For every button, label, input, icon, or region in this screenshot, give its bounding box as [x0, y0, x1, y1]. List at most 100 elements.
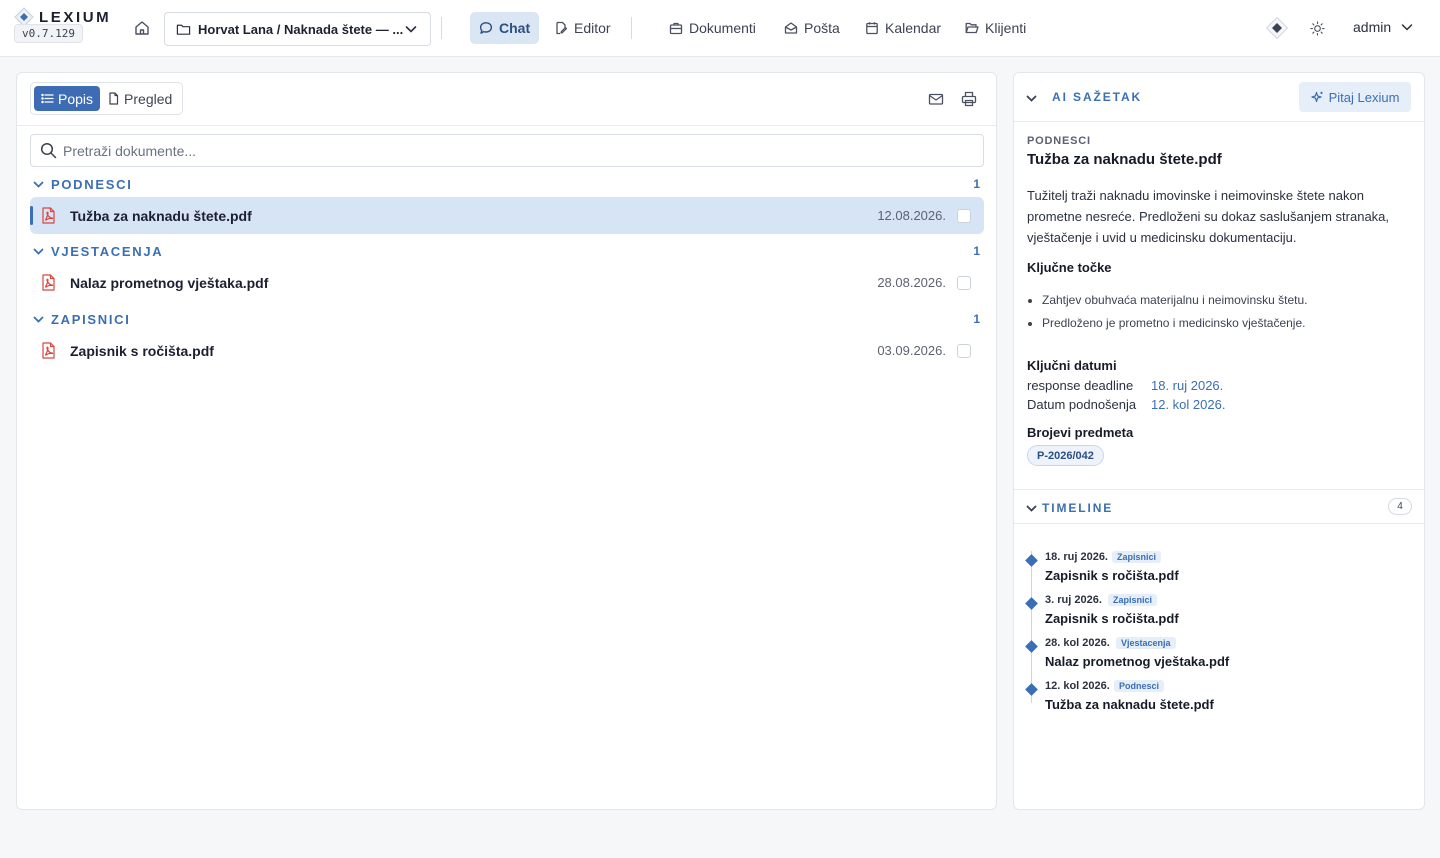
- user-menu[interactable]: admin: [1353, 19, 1414, 35]
- nav-chat[interactable]: Chat: [470, 12, 540, 44]
- chevron-down-icon: [33, 248, 44, 255]
- sparkle-icon: [1310, 91, 1323, 102]
- timeline-date: 3. ruj 2026.: [1045, 594, 1102, 606]
- tab-pregled[interactable]: Pregled: [100, 86, 179, 111]
- document-date: 12.08.2026.: [877, 208, 946, 223]
- document-name: Nalaz prometnog vještaka.pdf: [70, 274, 269, 291]
- key-date-label: Datum podnošenja: [1027, 397, 1137, 412]
- nav-posta[interactable]: Pošta: [775, 12, 849, 44]
- summary-category: PODNESCI: [1027, 135, 1091, 147]
- document-row[interactable]: Nalaz prometnog vještaka.pdf 28.08.2026.: [30, 264, 984, 301]
- chevron-down-icon[interactable]: [1025, 502, 1038, 515]
- case-selector-label: Horvat Lana / Naknada štete — ...: [198, 21, 404, 37]
- timeline-item[interactable]: 28. kol 2026. Vjestacenja Nalaz prometno…: [1014, 635, 1424, 678]
- document-checkbox[interactable]: [957, 275, 971, 290]
- documents-toolbar: Popis Pregled: [17, 73, 996, 126]
- document-checkbox[interactable]: [957, 343, 971, 358]
- timeline-date: 28. kol 2026.: [1045, 637, 1110, 649]
- case-numbers-heading: Brojevi predmeta: [1027, 425, 1134, 440]
- divider: [631, 17, 632, 39]
- nav-chat-label: Chat: [499, 20, 531, 36]
- pdf-file-icon: [42, 274, 55, 291]
- group-header-vjestacenja[interactable]: VJESTACENJA 1: [30, 240, 984, 262]
- key-point: Predloženo je prometno i medicinsko vješ…: [1042, 312, 1412, 335]
- timeline-tag: Zapisnici: [1112, 551, 1162, 563]
- timeline-count-badge: 4: [1388, 498, 1412, 515]
- chevron-down-icon: [33, 316, 44, 323]
- nav-dokumenti[interactable]: Dokumenti: [660, 12, 765, 44]
- briefcase-icon: [669, 22, 683, 35]
- key-points-list: Zahtjev obuhvaća materijalnu i neimovins…: [1042, 289, 1412, 335]
- group-title: PODNESCI: [51, 176, 133, 192]
- ai-summary-title: AI SAŽETAK: [1052, 90, 1143, 104]
- document-row[interactable]: Tužba za naknadu štete.pdf 12.08.2026.: [30, 197, 984, 234]
- nav-editor[interactable]: Editor: [545, 12, 620, 44]
- timeline-document: Nalaz prometnog vještaka.pdf: [1045, 654, 1230, 669]
- document-row[interactable]: Zapisnik s ročišta.pdf 03.09.2026.: [30, 332, 984, 369]
- document-name: Zapisnik s ročišta.pdf: [70, 342, 214, 359]
- list-icon: [41, 93, 54, 104]
- sun-icon[interactable]: [1310, 21, 1325, 36]
- search-icon: [40, 142, 57, 159]
- key-date-label: response deadline: [1027, 378, 1134, 393]
- key-dates-heading: Ključni datumi: [1027, 358, 1117, 373]
- app-version-badge: v0.7.129: [14, 24, 83, 43]
- timeline-dot: [1025, 640, 1038, 653]
- group-count: 1: [973, 177, 980, 191]
- timeline-tag: Zapisnici: [1108, 594, 1158, 606]
- timeline-dot: [1025, 597, 1038, 610]
- app-name: LEXIUM: [39, 8, 112, 26]
- tab-popis[interactable]: Popis: [34, 86, 101, 111]
- search-input[interactable]: [63, 142, 983, 159]
- case-number-chip[interactable]: P-2026/042: [1027, 445, 1104, 466]
- document-checkbox[interactable]: [957, 208, 971, 223]
- ai-summary-panel: AI SAŽETAK Pitaj Lexium PODNESCI Tužba z…: [1013, 72, 1425, 810]
- nav-klijenti[interactable]: Klijenti: [956, 12, 1035, 44]
- chevron-down-icon: [405, 26, 417, 33]
- timeline-document: Tužba za naknadu štete.pdf: [1045, 697, 1214, 712]
- group-header-zapisnici[interactable]: ZAPISNICI 1: [30, 308, 984, 330]
- mail-icon[interactable]: [928, 91, 944, 107]
- group-header-podnesci[interactable]: PODNESCI 1: [30, 173, 984, 195]
- summary-document-title: Tužba za naknadu štete.pdf: [1027, 151, 1222, 168]
- ai-summary-header: AI SAŽETAK Pitaj Lexium: [1014, 73, 1424, 122]
- key-date-value: 12. kol 2026.: [1151, 397, 1226, 412]
- group-title: ZAPISNICI: [51, 311, 131, 327]
- nav-kalendar[interactable]: Kalendar: [856, 12, 950, 44]
- edit-icon: [556, 21, 568, 35]
- home-icon[interactable]: [133, 19, 151, 37]
- key-date-row: Datum podnošenja 12. kol 2026.: [1027, 397, 1225, 412]
- divider: [441, 17, 442, 39]
- inbox-icon: [784, 22, 798, 34]
- file-icon: [109, 92, 119, 105]
- summary-text: Tužitelj traži naknadu imovinske i neimo…: [1027, 188, 1390, 245]
- ask-lexium-button[interactable]: Pitaj Lexium: [1299, 82, 1411, 112]
- timeline-tag: Vjestacenja: [1116, 637, 1176, 649]
- timeline-item[interactable]: 3. ruj 2026. Zapisnici Zapisnik s ročišt…: [1014, 592, 1424, 635]
- timeline-dot: [1025, 683, 1038, 696]
- calendar-icon: [866, 22, 878, 35]
- timeline-header: TIMELINE 4: [1014, 489, 1424, 524]
- document-search[interactable]: [30, 134, 984, 167]
- timeline-document: Zapisnik s ročišta.pdf: [1045, 568, 1179, 583]
- tab-pregled-label: Pregled: [124, 90, 173, 107]
- print-icon[interactable]: [961, 91, 977, 107]
- document-name: Tužba za naknadu štete.pdf: [70, 207, 252, 224]
- case-selector[interactable]: Horvat Lana / Naknada štete — ...: [164, 12, 431, 46]
- top-bar: LEXIUM v0.7.129 Horvat Lana / Naknada št…: [0, 0, 1440, 57]
- view-toggle: Popis Pregled: [30, 82, 183, 115]
- chevron-down-icon: [33, 181, 44, 188]
- timeline-date: 18. ruj 2026.: [1045, 551, 1108, 563]
- timeline-document: Zapisnik s ročišta.pdf: [1045, 611, 1179, 626]
- documents-panel: Popis Pregled PODNESCI 1: [16, 72, 997, 810]
- chevron-down-icon: [1401, 24, 1413, 31]
- nav-editor-label: Editor: [574, 20, 611, 36]
- key-points-heading: Ključne točke: [1027, 260, 1112, 275]
- pdf-file-icon: [42, 207, 55, 224]
- folder-icon: [176, 24, 191, 35]
- timeline-item[interactable]: 18. ruj 2026. Zapisnici Zapisnik s ročiš…: [1014, 549, 1424, 592]
- chevron-down-icon[interactable]: [1025, 92, 1038, 105]
- timeline-item[interactable]: 12. kol 2026. Podnesci Tužba za naknadu …: [1014, 678, 1424, 721]
- lexium-assistant-icon[interactable]: [1265, 16, 1289, 40]
- nav-klijenti-label: Klijenti: [985, 20, 1027, 36]
